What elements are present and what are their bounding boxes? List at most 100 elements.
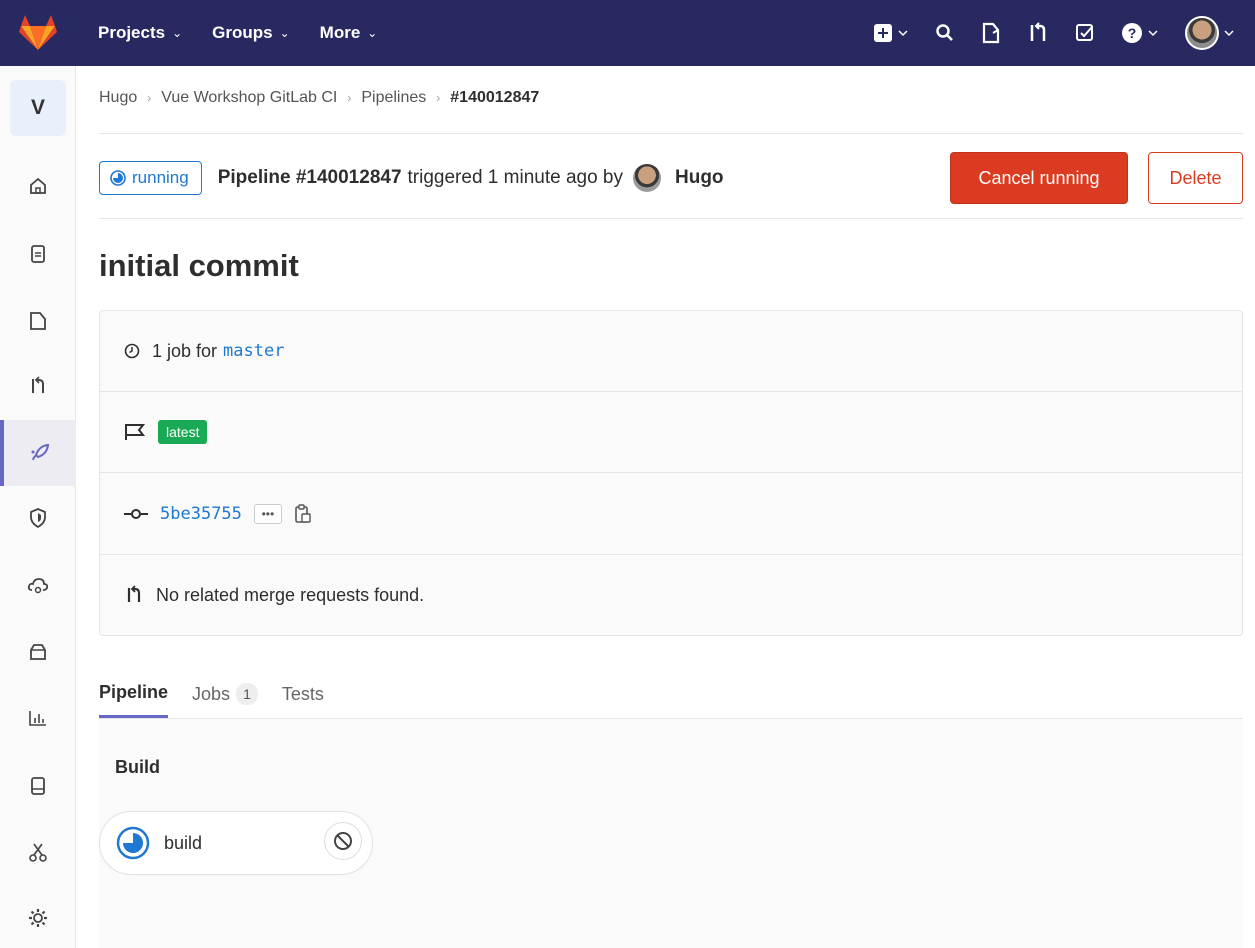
latest-badge: latest [158,420,208,444]
commit-sha-link[interactable]: 5be35755 [160,504,242,524]
pipeline-info-box: 1 job for master latest 5be35755 ••• No … [99,310,1243,636]
help-icon: ? [1122,23,1142,43]
issues-icon [982,22,1000,44]
sidebar-item-wiki[interactable] [0,756,76,816]
badges-row: latest [100,392,1242,473]
sidebar-item-security[interactable] [0,488,76,548]
package-icon [30,644,46,660]
shield-icon [30,508,46,529]
user-link[interactable]: Hugo [675,167,724,189]
sidebar-item-issues[interactable] [0,291,76,351]
cancel-running-button[interactable]: Cancel running [950,152,1128,204]
chevron-right-icon: › [347,91,352,105]
tab-pipeline[interactable]: Pipeline [99,664,169,718]
running-status-icon [116,826,150,860]
commit-row: 5be35755 ••• [100,473,1242,555]
new-item-dropdown[interactable] [873,23,909,43]
chevron-down-icon [898,30,908,37]
project-sidebar: V [0,66,76,948]
cancel-job-button[interactable] [324,822,362,860]
help-dropdown[interactable]: ? [1121,22,1159,44]
top-navbar: Projects ⌄ Groups ⌄ More ⌄ ? [0,0,1255,66]
chevron-down-icon [1224,30,1234,37]
sidebar-item-analytics[interactable] [0,688,76,748]
branch-link[interactable]: master [223,341,284,361]
more-menu-label: More [319,23,361,42]
projects-menu-label: Projects [98,23,166,42]
clock-icon [124,343,140,359]
scissors-icon [29,843,47,862]
gear-icon [29,909,47,927]
jobs-count-badge: 1 [236,683,258,705]
breadcrumb-user[interactable]: Hugo [99,89,137,107]
stage-title: Build [115,757,160,777]
flag-icon [125,424,146,440]
tab-pipeline-label: Pipeline [99,682,169,702]
projects-menu[interactable]: Projects ⌄ [98,23,182,43]
svg-text:?: ? [1128,25,1137,41]
breadcrumb-project[interactable]: Vue Workshop GitLab CI [161,89,337,107]
running-status-icon [110,170,126,186]
issues-button[interactable] [981,22,1001,44]
pipeline-id: Pipeline #140012847 [217,167,402,188]
cloud-gear-icon [27,578,49,594]
chevron-down-icon: ⌄ [279,26,290,40]
sidebar-item-snippets[interactable] [0,822,76,882]
user-avatar[interactable] [633,164,661,192]
groups-menu-label: Groups [212,23,273,42]
sidebar-item-packages[interactable] [0,622,76,682]
sidebar-item-repository[interactable] [0,224,76,284]
status-label: running [132,168,189,187]
pipeline-graph: Build build [99,718,1243,948]
sidebar-item-settings[interactable] [0,888,76,948]
triggered-text: triggered 1 minute ago by [407,167,623,188]
merge-request-icon [32,376,44,393]
breadcrumb-pipelines[interactable]: Pipelines [361,89,426,107]
no-merge-requests-text: No related merge requests found. [156,584,425,605]
breadcrumb-current[interactable]: #140012847 [450,89,539,107]
groups-menu[interactable]: Groups ⌄ [212,23,290,43]
breadcrumb: Hugo › Vue Workshop GitLab CI › Pipeline… [99,89,539,107]
more-menu[interactable]: More ⌄ [320,23,378,43]
merge-request-icon [1030,22,1046,41]
tab-jobs-label: Jobs [192,683,231,704]
todos-button[interactable] [1075,23,1095,43]
user-menu[interactable] [1185,16,1235,50]
job-build[interactable]: build [99,811,373,875]
chart-icon [29,711,46,726]
rocket-icon [31,443,50,461]
status-badge[interactable]: running [99,161,202,195]
search-button[interactable] [935,23,955,43]
chevron-down-icon [1148,30,1158,37]
clipboard-icon[interactable] [294,503,312,524]
tab-tests[interactable]: Tests [282,664,324,718]
jobs-row: 1 job for master [100,311,1242,392]
job-name: build [164,832,203,853]
merge-request-icon [127,585,141,602]
sidebar-item-ci-cd[interactable] [0,420,76,486]
chevron-right-icon: › [436,91,441,105]
home-icon [30,177,46,194]
main-content: Hugo › Vue Workshop GitLab CI › Pipeline… [99,66,1243,948]
pipeline-tabs: Pipeline Jobs 1 Tests [99,664,324,718]
sidebar-item-merge-requests[interactable] [0,356,76,416]
expand-commit-button[interactable]: ••• [253,503,282,524]
book-icon [31,777,45,795]
jobs-text: 1 job for [152,340,218,361]
plus-square-icon [874,24,892,42]
tab-tests-label: Tests [281,683,324,704]
merge-requests-button[interactable] [1027,22,1049,44]
sidebar-item-operations[interactable] [0,556,76,616]
cancel-icon [334,832,352,850]
issues-icon [30,312,46,330]
sidebar-item-project-overview[interactable] [0,156,76,216]
document-icon [31,245,45,263]
project-avatar[interactable]: V [10,80,66,136]
user-avatar [1185,16,1219,50]
gitlab-logo-icon[interactable] [0,0,76,66]
chevron-right-icon: › [147,91,152,105]
delete-button[interactable]: Delete [1148,152,1243,204]
tab-jobs[interactable]: Jobs 1 [192,664,258,718]
pipeline-info: Pipeline #140012847 triggered 1 minute a… [218,164,724,192]
commit-icon [124,508,148,519]
